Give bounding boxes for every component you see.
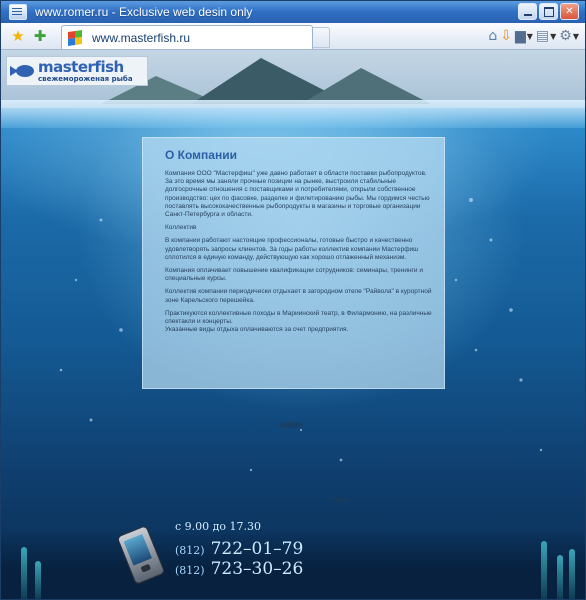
chevron-down-icon: ▼	[572, 31, 579, 41]
chevron-down-icon: ▼	[550, 31, 557, 41]
page-viewport[interactable]: masterfish свежемороженая рыба О Компани…	[1, 50, 585, 599]
tab-active[interactable]: www.masterfish.ru	[61, 25, 313, 49]
new-tab-button[interactable]	[313, 27, 330, 48]
seaweed	[21, 547, 27, 599]
print-icon[interactable]: ▆ ▼	[515, 25, 533, 47]
phone-code: (812)	[175, 544, 205, 557]
office-hours: с 9.00 до 17.30	[175, 520, 262, 533]
paragraph-team: В компании работают настоящие профессион…	[165, 237, 419, 261]
site-logo[interactable]: masterfish свежемороженая рыба	[6, 56, 148, 86]
window-title: www.romer.ru - Exclusive web desin only	[35, 5, 253, 19]
phone-code: (812)	[175, 564, 205, 577]
home-icon[interactable]: ⌂	[488, 25, 497, 47]
close-icon: ✕	[565, 6, 574, 17]
maximize-icon	[543, 6, 554, 17]
logo-name: masterfish	[38, 57, 124, 76]
phone-number: 722–01–79	[210, 539, 304, 559]
phone-number: 723–30–26	[210, 559, 304, 579]
fish-logo-icon	[10, 63, 36, 79]
title-bar[interactable]: www.romer.ru - Exclusive web desin only …	[1, 1, 585, 23]
page-menu-icon[interactable]: ▤ ▼	[536, 25, 556, 47]
command-bar: ⌂ ⇩ ▆ ▼ ▤ ▼ ⚙ ▼	[488, 25, 579, 47]
page-title: О Компании	[165, 148, 237, 162]
feed-icon[interactable]: ⇩	[500, 25, 512, 47]
phone-number-2[interactable]: (812) 723–30–26	[175, 559, 303, 579]
favorites-star-icon[interactable]: ★	[7, 25, 29, 47]
logo-tagline: свежемороженая рыба	[38, 74, 133, 83]
chevron-down-icon: ▼	[526, 31, 533, 41]
paragraph-training: Компания оплачивает повышение квалификац…	[165, 267, 423, 283]
seaweed	[557, 555, 563, 599]
window-controls: ✕	[518, 3, 579, 20]
close-button[interactable]: ✕	[560, 3, 579, 20]
minimize-button[interactable]	[518, 3, 537, 20]
maximize-button[interactable]	[539, 3, 558, 20]
browser-toolbar: ★ ✚ www.masterfish.ru ⌂ ⇩ ▆ ▼ ▤ ▼ ⚙ ▼	[1, 23, 585, 50]
page-favicon-icon	[68, 29, 82, 46]
tools-gear-icon[interactable]: ⚙ ▼	[559, 25, 579, 47]
paragraph-leisure: Коллектив компании периодически отдыхает…	[165, 288, 432, 304]
tab-title: www.masterfish.ru	[92, 30, 191, 45]
browser-window: www.romer.ru - Exclusive web desin only …	[0, 0, 586, 600]
paragraph-intro: Компания ООО "Мастерфиш" уже давно работ…	[165, 170, 430, 219]
window-app-icon	[9, 4, 27, 20]
add-favorites-icon[interactable]: ✚	[29, 25, 51, 47]
paragraph-culture: Практикуются коллективные походы в Марии…	[165, 309, 432, 334]
seaweed	[541, 541, 547, 599]
section-heading: Коллектив	[165, 224, 197, 232]
content-body: Компания ООО "Мастерфиш" уже давно работ…	[165, 170, 435, 334]
seaweed	[35, 561, 41, 599]
seaweed	[569, 549, 575, 599]
phone-number-1[interactable]: (812) 722–01–79	[175, 539, 303, 559]
content-panel: О Компании Компания ООО "Мастерфиш" уже …	[142, 137, 445, 389]
minimize-icon	[523, 13, 532, 16]
